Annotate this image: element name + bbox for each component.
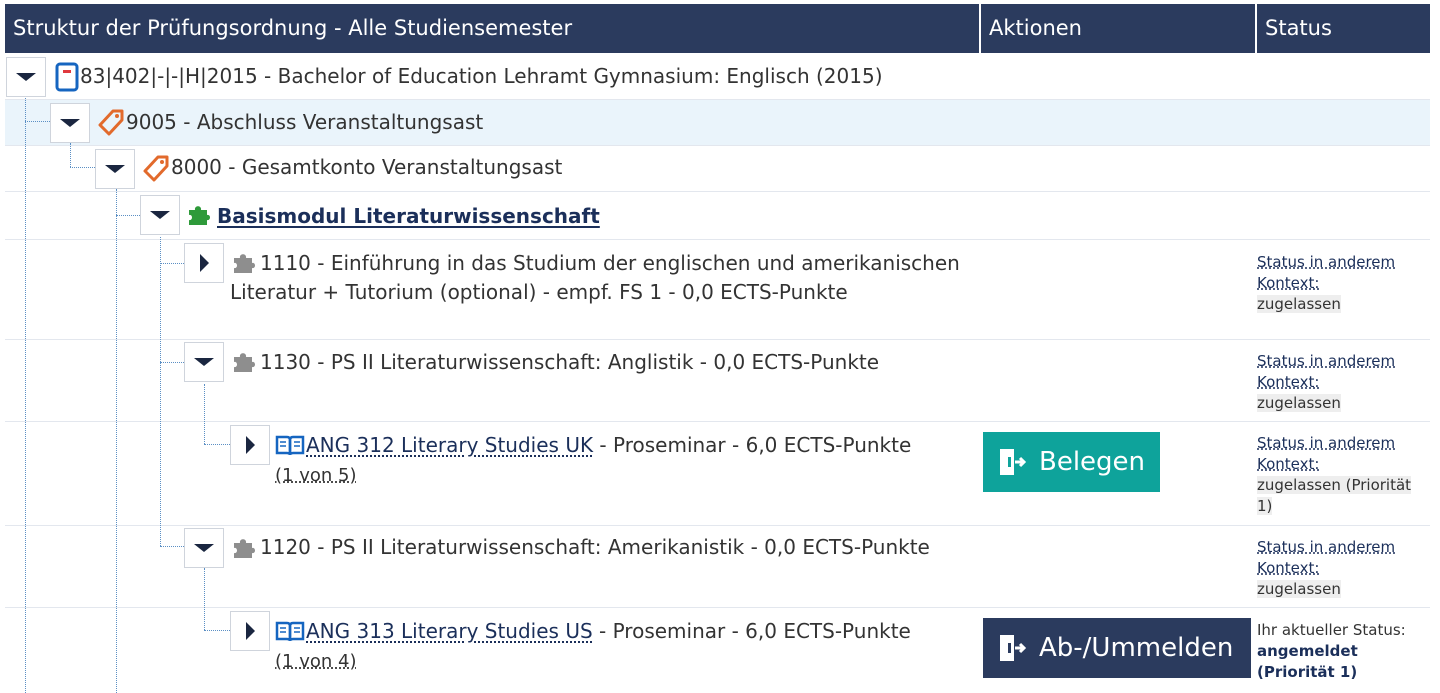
course-description: - Proseminar - 6,0 ECTS-Punkte xyxy=(592,619,911,643)
caret-down-icon xyxy=(16,73,36,81)
tree-label-1110: 1110 - Einführung in das Studium der eng… xyxy=(230,251,960,304)
tree-connector xyxy=(25,98,26,693)
caret-down-icon xyxy=(194,544,214,552)
enter-door-icon xyxy=(997,446,1027,478)
status-cell-1120: Status in anderem Kontext: zugelassen xyxy=(1257,537,1427,600)
puzzle-piece-icon xyxy=(189,206,210,225)
tree-connector xyxy=(160,237,161,546)
deregister-button[interactable]: Ab-/Ummelden xyxy=(983,618,1251,678)
course-description: - Proseminar - 6,0 ECTS-Punkte xyxy=(593,433,912,457)
collapse-toggle-root[interactable] xyxy=(6,57,46,97)
open-book-icon xyxy=(275,621,305,642)
collapse-toggle-basismodul[interactable] xyxy=(140,195,180,235)
tree-label-9005: 9005 - Abschluss Veranstaltungsast xyxy=(126,110,484,134)
collapse-toggle-1130[interactable] xyxy=(184,342,224,382)
status-cell-ang313: Ihr aktueller Status: angemeldet (Priori… xyxy=(1257,620,1427,683)
chevron-right-icon xyxy=(245,436,255,454)
course-row-ang312: ANG 312 Literary Studies UK - Proseminar… xyxy=(306,431,911,460)
status-value: angemeldet (Priorität 1) xyxy=(1257,642,1358,681)
status-value: zugelassen xyxy=(1257,394,1341,412)
status-value: zugelassen xyxy=(1257,295,1341,313)
tree-connector xyxy=(160,362,184,363)
chevron-right-icon xyxy=(245,622,255,640)
status-value: zugelassen (Priorität 1) xyxy=(1257,476,1412,515)
puzzle-piece-icon xyxy=(234,539,255,558)
exam-regulation-icon xyxy=(55,62,79,92)
parallel-group-count: (1 von 4) xyxy=(275,651,356,672)
status-context-link[interactable]: Status in anderem Kontext: xyxy=(1257,253,1395,292)
register-button[interactable]: Belegen xyxy=(983,432,1160,492)
status-cell-ang312: Status in anderem Kontext: zugelassen (P… xyxy=(1257,433,1427,517)
expand-toggle-ang313[interactable] xyxy=(230,611,270,651)
caret-down-icon xyxy=(150,211,170,219)
column-header-structure: Struktur der Prüfungsordnung - Alle Stud… xyxy=(13,16,573,40)
column-header-actions: Aktionen xyxy=(989,16,1082,40)
caret-down-icon xyxy=(194,358,214,366)
tree-connector xyxy=(116,189,117,693)
tree-label-root: 83|402|-|-|H|2015 - Bachelor of Educatio… xyxy=(80,64,883,88)
tree-connector xyxy=(160,263,184,264)
tree-label-8000: 8000 - Gesamtkonto Veranstaltungsast xyxy=(171,155,563,179)
expand-toggle-1110[interactable] xyxy=(184,243,224,283)
tree-connector xyxy=(116,215,140,216)
parallel-group-link-ang313[interactable]: (1 von 4) xyxy=(275,651,356,672)
status-context-link[interactable]: Status in anderem Kontext: xyxy=(1257,434,1395,473)
register-button-label: Belegen xyxy=(1039,447,1146,477)
module-link-basismodul[interactable]: Basismodul Literaturwissenschaft xyxy=(217,202,600,231)
caret-down-icon xyxy=(105,165,125,173)
course-link-ang313[interactable]: ANG 313 Literary Studies US xyxy=(306,619,593,643)
course-row-ang313: ANG 313 Literary Studies US - Proseminar… xyxy=(306,617,911,646)
column-header-status: Status xyxy=(1265,16,1332,40)
puzzle-piece-icon xyxy=(234,353,255,372)
table-header: Struktur der Prüfungsordnung - Alle Stud… xyxy=(5,4,1430,53)
current-status-label: Ihr aktueller Status: xyxy=(1257,621,1406,639)
collapse-toggle-8000[interactable] xyxy=(95,149,135,189)
deregister-button-label: Ab-/Ummelden xyxy=(1039,633,1234,663)
open-book-icon xyxy=(275,435,305,456)
tag-icon xyxy=(98,109,124,136)
course-link-ang312[interactable]: ANG 312 Literary Studies UK xyxy=(306,433,593,457)
tag-icon xyxy=(143,155,169,182)
caret-down-icon xyxy=(60,119,80,127)
tree-connector xyxy=(204,630,230,631)
collapse-toggle-9005[interactable] xyxy=(50,103,90,143)
tree-label-1120: 1120 - PS II Literaturwissenschaft: Amer… xyxy=(260,535,930,559)
tree-connector xyxy=(25,121,50,122)
parallel-group-link-ang312[interactable]: (1 von 5) xyxy=(275,465,356,486)
tree-label-1130: 1130 - PS II Literaturwissenschaft: Angl… xyxy=(260,350,880,374)
tree-connector xyxy=(70,167,95,168)
expand-toggle-ang312[interactable] xyxy=(230,425,270,465)
status-cell-1110: Status in anderem Kontext: zugelassen xyxy=(1257,252,1427,315)
status-context-link[interactable]: Status in anderem Kontext: xyxy=(1257,352,1395,391)
tree-connector xyxy=(204,444,230,445)
collapse-toggle-1120[interactable] xyxy=(184,528,224,568)
exit-door-icon xyxy=(997,632,1027,664)
tree-connector xyxy=(204,384,205,444)
status-value: zugelassen xyxy=(1257,580,1341,598)
chevron-right-icon xyxy=(199,254,209,272)
parallel-group-count: (1 von 5) xyxy=(275,465,356,486)
tree-connector xyxy=(160,546,184,547)
tree-connector xyxy=(70,143,71,167)
tree-connector xyxy=(204,568,205,630)
status-context-link[interactable]: Status in anderem Kontext: xyxy=(1257,538,1395,577)
status-cell-1130: Status in anderem Kontext: zugelassen xyxy=(1257,351,1427,414)
